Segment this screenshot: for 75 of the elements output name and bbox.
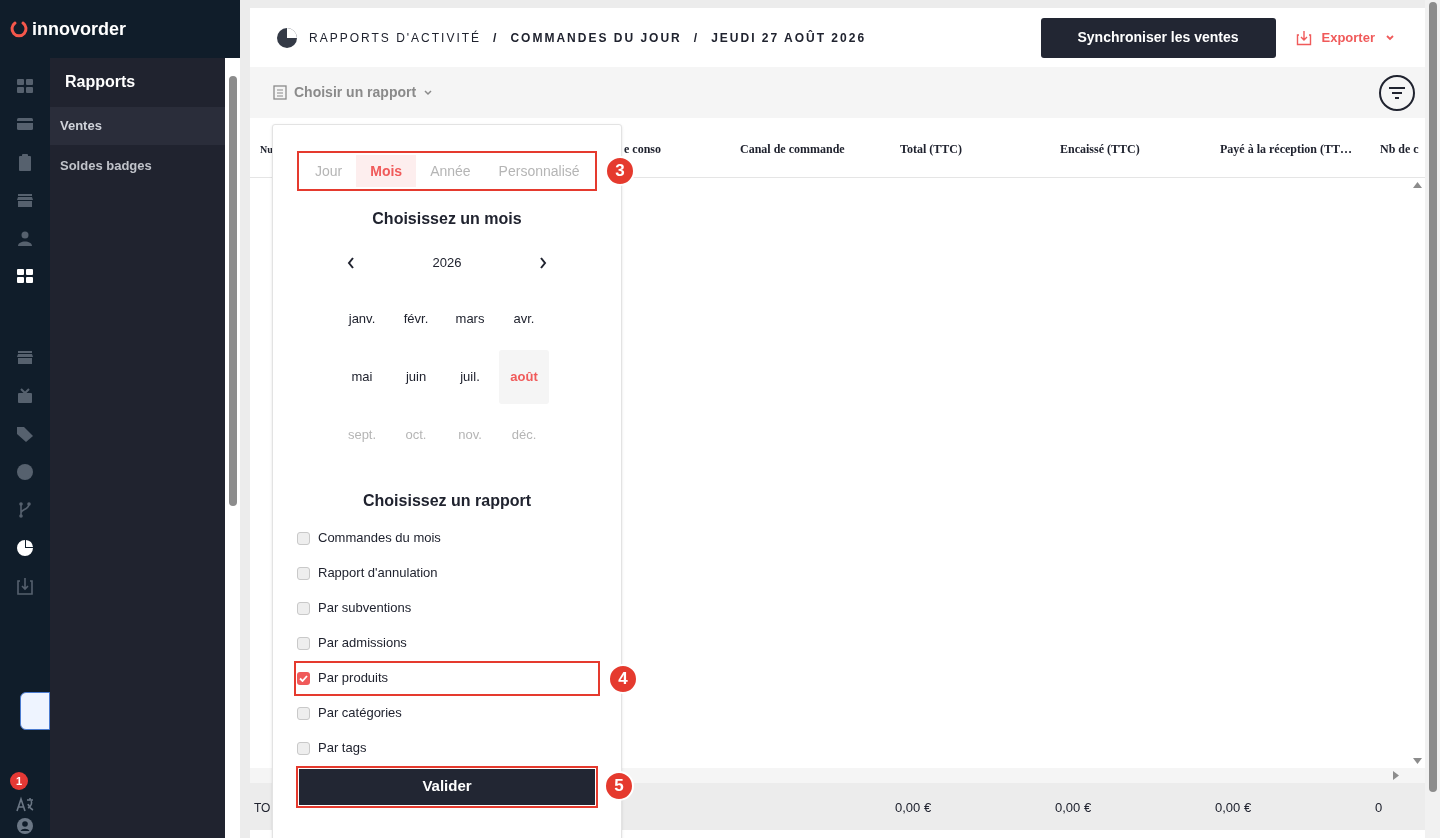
person-icon[interactable] xyxy=(16,230,34,248)
checkbox[interactable] xyxy=(297,706,310,720)
section-title: Choisissez un mois xyxy=(372,209,522,229)
scroll-down-icon[interactable] xyxy=(1413,758,1422,764)
column-header: Total (TTC) xyxy=(900,141,962,156)
logo-icon xyxy=(10,20,28,38)
table-cell: TO xyxy=(254,800,271,815)
checkbox-label: Commandes du mois xyxy=(318,529,441,548)
column-header: Encaissé (TTC) xyxy=(1060,141,1140,156)
scrollbar[interactable] xyxy=(1425,0,1440,838)
pie-chart-icon xyxy=(276,26,298,49)
section-title: Choisissez un rapport xyxy=(363,490,531,511)
year-label: 2026 xyxy=(432,254,462,272)
checkbox-label: Par tags xyxy=(318,739,367,758)
month-option[interactable]: juin xyxy=(391,349,441,404)
checkbox-label: Par admissions xyxy=(318,634,407,653)
validate-button[interactable]: Valider xyxy=(299,768,595,805)
sync-button[interactable]: Synchroniser les ventes xyxy=(1040,17,1276,58)
widget-button[interactable] xyxy=(20,692,50,730)
translate-icon[interactable] xyxy=(16,796,34,812)
checkbox-label: Par subventions xyxy=(318,599,412,618)
month-option[interactable]: janv. xyxy=(337,291,387,346)
month-option[interactable]: mars xyxy=(445,291,495,346)
column-header: e conso xyxy=(624,141,661,156)
breadcrumb-item: JEUDI 27 AOÛT 2026 xyxy=(711,29,867,47)
sidebar-item[interactable]: Soldes badges xyxy=(50,147,225,185)
caret-icon xyxy=(423,88,434,97)
download-icon xyxy=(1295,29,1312,46)
step-badge: 5 xyxy=(604,770,634,801)
document-icon xyxy=(273,85,287,100)
filter-icon xyxy=(1388,86,1406,99)
sidebar-title: Rapports xyxy=(64,72,137,92)
dashboard-icon[interactable] xyxy=(16,268,34,286)
step-badge: 3 xyxy=(605,156,635,186)
checkbox-label: Par catégories xyxy=(318,704,402,723)
column-header: Payé à la réception (TT… xyxy=(1220,141,1352,156)
breadcrumb-separator: / xyxy=(493,29,499,47)
caret-icon xyxy=(1385,33,1395,42)
breadcrumb-item[interactable]: RAPPORTS D'ACTIVITÉ xyxy=(309,28,482,47)
notification-badge: 1 xyxy=(10,772,28,790)
month-option[interactable]: mai xyxy=(337,349,387,404)
column-header: Canal de commande xyxy=(740,141,845,156)
checkbox[interactable] xyxy=(297,531,310,545)
brand-name: innovorder xyxy=(32,17,126,41)
column-header: Nb de c xyxy=(1380,141,1419,156)
checkbox[interactable] xyxy=(297,636,310,650)
filter-button[interactable] xyxy=(1379,74,1415,111)
month-option[interactable]: févr. xyxy=(391,291,441,346)
month-option[interactable]: juil. xyxy=(445,349,495,404)
user-icon[interactable] xyxy=(17,818,33,834)
checkbox-label: Rapport d'annulation xyxy=(318,564,438,583)
checkbox-label: Par produits xyxy=(318,669,389,688)
table-cell: 0 xyxy=(1375,799,1383,815)
table-cell: 0,00 € xyxy=(895,799,932,815)
checkbox[interactable] xyxy=(297,671,310,685)
breadcrumb-item[interactable]: COMMANDES DU JOUR xyxy=(510,28,682,47)
step-badge: 4 xyxy=(608,663,638,694)
scroll-up-icon[interactable] xyxy=(1413,182,1422,188)
checkbox[interactable] xyxy=(297,601,310,615)
pie-chart-icon[interactable] xyxy=(16,539,34,557)
next-icon[interactable] xyxy=(539,256,547,269)
sidebar-item[interactable]: Ventes xyxy=(50,107,225,145)
month-option[interactable]: avr. xyxy=(499,291,549,346)
previous-icon[interactable] xyxy=(347,256,355,269)
column-header: Nu xyxy=(260,143,273,155)
table-cell: 0,00 € xyxy=(1055,799,1092,815)
branch-icon[interactable] xyxy=(16,501,34,519)
download-icon[interactable] xyxy=(16,577,34,595)
scroll-right-icon[interactable] xyxy=(1393,771,1399,780)
table-cell: 0,00 € xyxy=(1215,799,1252,815)
checkbox[interactable] xyxy=(297,741,310,755)
scrollbar[interactable] xyxy=(225,58,240,838)
tag-icon[interactable] xyxy=(16,425,34,443)
checkbox[interactable] xyxy=(297,566,310,580)
breadcrumb-separator: / xyxy=(693,29,700,47)
